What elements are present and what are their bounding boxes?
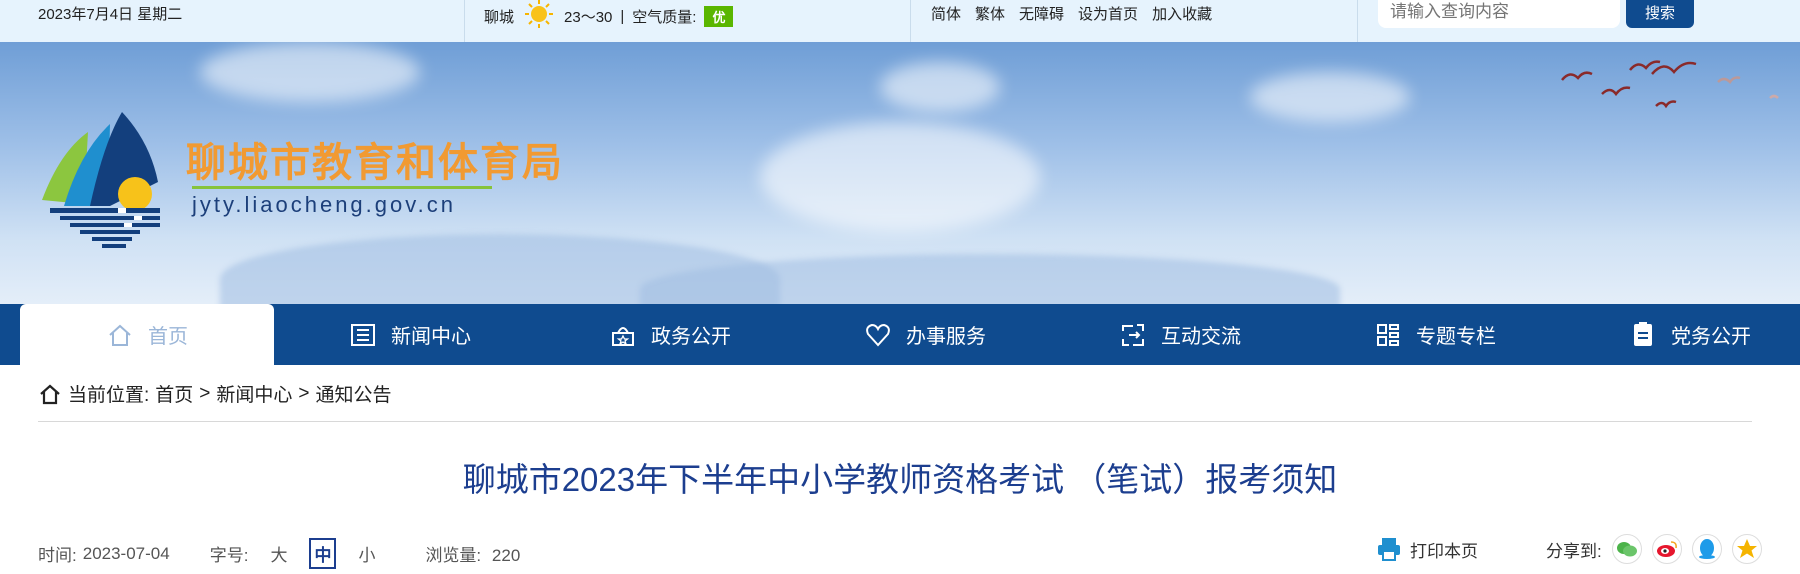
site-name: 聊城市教育和体育局 — [186, 141, 564, 185]
nav-label: 首页 — [148, 326, 188, 348]
header-banner: 聊城市教育和体育局 jyty.liaocheng.gov.cn — [0, 42, 1800, 304]
party-affairs-icon — [1634, 321, 1652, 346]
weather-widget: 聊城 23～30 | 空气质量: 优 — [484, 0, 734, 29]
grid-icon — [1377, 323, 1399, 346]
qq-share-icon[interactable] — [1691, 534, 1722, 564]
weather-divider: | — [620, 7, 625, 25]
breadcrumb-label: 当前位置: — [68, 385, 150, 406]
font-size-large[interactable]: 大 — [270, 541, 287, 566]
print-button[interactable]: 打印本页 — [1376, 536, 1478, 562]
print-label: 打印本页 — [1410, 541, 1478, 561]
site-logo[interactable] — [40, 112, 160, 257]
views-value: 220 — [491, 546, 521, 565]
qzone-share-icon[interactable] — [1731, 534, 1762, 564]
current-date: 2023年7月4日 星期二 — [38, 6, 183, 23]
cloud — [880, 62, 1000, 112]
divider — [38, 421, 1752, 422]
top-bar: 2023年7月4日 星期二 聊城 23～30 | 空气质量: 优 简体 繁体 无… — [0, 0, 1800, 42]
font-size-small[interactable]: 小 — [358, 541, 375, 566]
breadcrumb-separator: > — [199, 382, 211, 404]
nav-item-interaction[interactable]: 互动交流 — [1070, 304, 1290, 365]
home-icon — [109, 324, 131, 346]
divider — [1357, 0, 1358, 42]
font-size-label: 字号: — [209, 546, 249, 565]
breadcrumb-home[interactable]: 首页 — [155, 380, 193, 407]
main-nav: 首页 新闻中心 政务公开 办事服务 互动交流 专题专栏 党务公开 — [0, 304, 1800, 365]
article-meta: 时间: 2023-07-04 字号: 大 中 小 浏览量: 220 — [38, 538, 520, 569]
nav-item-special-topics[interactable]: 专题专栏 — [1325, 304, 1545, 365]
site-url: jyty.liaocheng.gov.cn — [192, 192, 456, 217]
breadcrumb-separator: > — [298, 382, 310, 404]
title-underline — [192, 186, 492, 189]
air-quality-label: 空气质量: — [632, 8, 697, 26]
link-accessibility[interactable]: 无障碍 — [1019, 3, 1064, 24]
heart-icon — [866, 323, 890, 346]
link-add-favorite[interactable]: 加入收藏 — [1152, 3, 1212, 24]
font-size-control: 字号: 大 中 小 — [209, 538, 375, 569]
share-bar: 分享到: — [1546, 534, 1762, 564]
nav-label: 互动交流 — [1161, 326, 1241, 348]
nav-item-news[interactable]: 新闻中心 — [300, 304, 520, 365]
link-traditional[interactable]: 繁体 — [975, 3, 1005, 24]
nav-item-services[interactable]: 办事服务 — [815, 304, 1035, 365]
nav-item-home[interactable]: 首页 — [20, 304, 274, 365]
interaction-icon — [1122, 323, 1144, 346]
cloud — [1250, 72, 1410, 122]
sun-icon — [522, 0, 556, 29]
home-icon — [40, 384, 60, 404]
view-count: 浏览量: 220 — [425, 541, 520, 566]
nav-label: 新闻中心 — [391, 326, 471, 348]
time-label: 时间: — [38, 546, 77, 565]
nav-label: 专题专栏 — [1416, 326, 1496, 348]
weather-city: 聊城 — [484, 8, 515, 26]
breadcrumb-news-center[interactable]: 新闻中心 — [216, 380, 292, 407]
views-label: 浏览量: — [425, 546, 482, 565]
nav-item-party-affairs[interactable]: 党务公开 — [1580, 304, 1800, 365]
nav-label: 党务公开 — [1671, 326, 1751, 348]
link-set-homepage[interactable]: 设为首页 — [1078, 3, 1138, 24]
nav-item-gov-affairs[interactable]: 政务公开 — [560, 304, 780, 365]
publish-date: 2023-07-04 — [82, 543, 170, 563]
share-label: 分享到: — [1546, 541, 1602, 561]
birds-decoration — [1561, 60, 1779, 109]
top-links: 简体 繁体 无障碍 设为首页 加入收藏 — [931, 3, 1212, 24]
weather-temperature: 23～30 — [564, 8, 613, 26]
breadcrumb-notices[interactable]: 通知公告 — [316, 380, 392, 407]
cloud — [200, 42, 420, 102]
air-quality-badge: 优 — [704, 5, 734, 27]
link-simplified[interactable]: 简体 — [931, 3, 961, 24]
cloud — [760, 122, 1040, 232]
breadcrumb: 当前位置: 首页 > 新闻中心 > 通知公告 — [38, 380, 392, 407]
search-button[interactable]: 搜索 — [1626, 0, 1694, 28]
gov-affairs-icon — [612, 326, 634, 346]
printer-icon — [1378, 538, 1400, 561]
font-size-medium[interactable]: 中 — [309, 538, 337, 569]
article-title: 聊城市2023年下半年中小学教师资格考试 （笔试）报考须知 — [462, 461, 1338, 498]
news-icon — [351, 323, 375, 346]
divider — [910, 0, 911, 42]
nav-label: 办事服务 — [906, 326, 986, 348]
divider — [464, 0, 465, 42]
weibo-share-icon[interactable] — [1651, 534, 1682, 564]
search-input[interactable] — [1378, 0, 1620, 28]
wechat-share-icon[interactable] — [1611, 534, 1642, 564]
nav-label: 政务公开 — [651, 326, 731, 348]
